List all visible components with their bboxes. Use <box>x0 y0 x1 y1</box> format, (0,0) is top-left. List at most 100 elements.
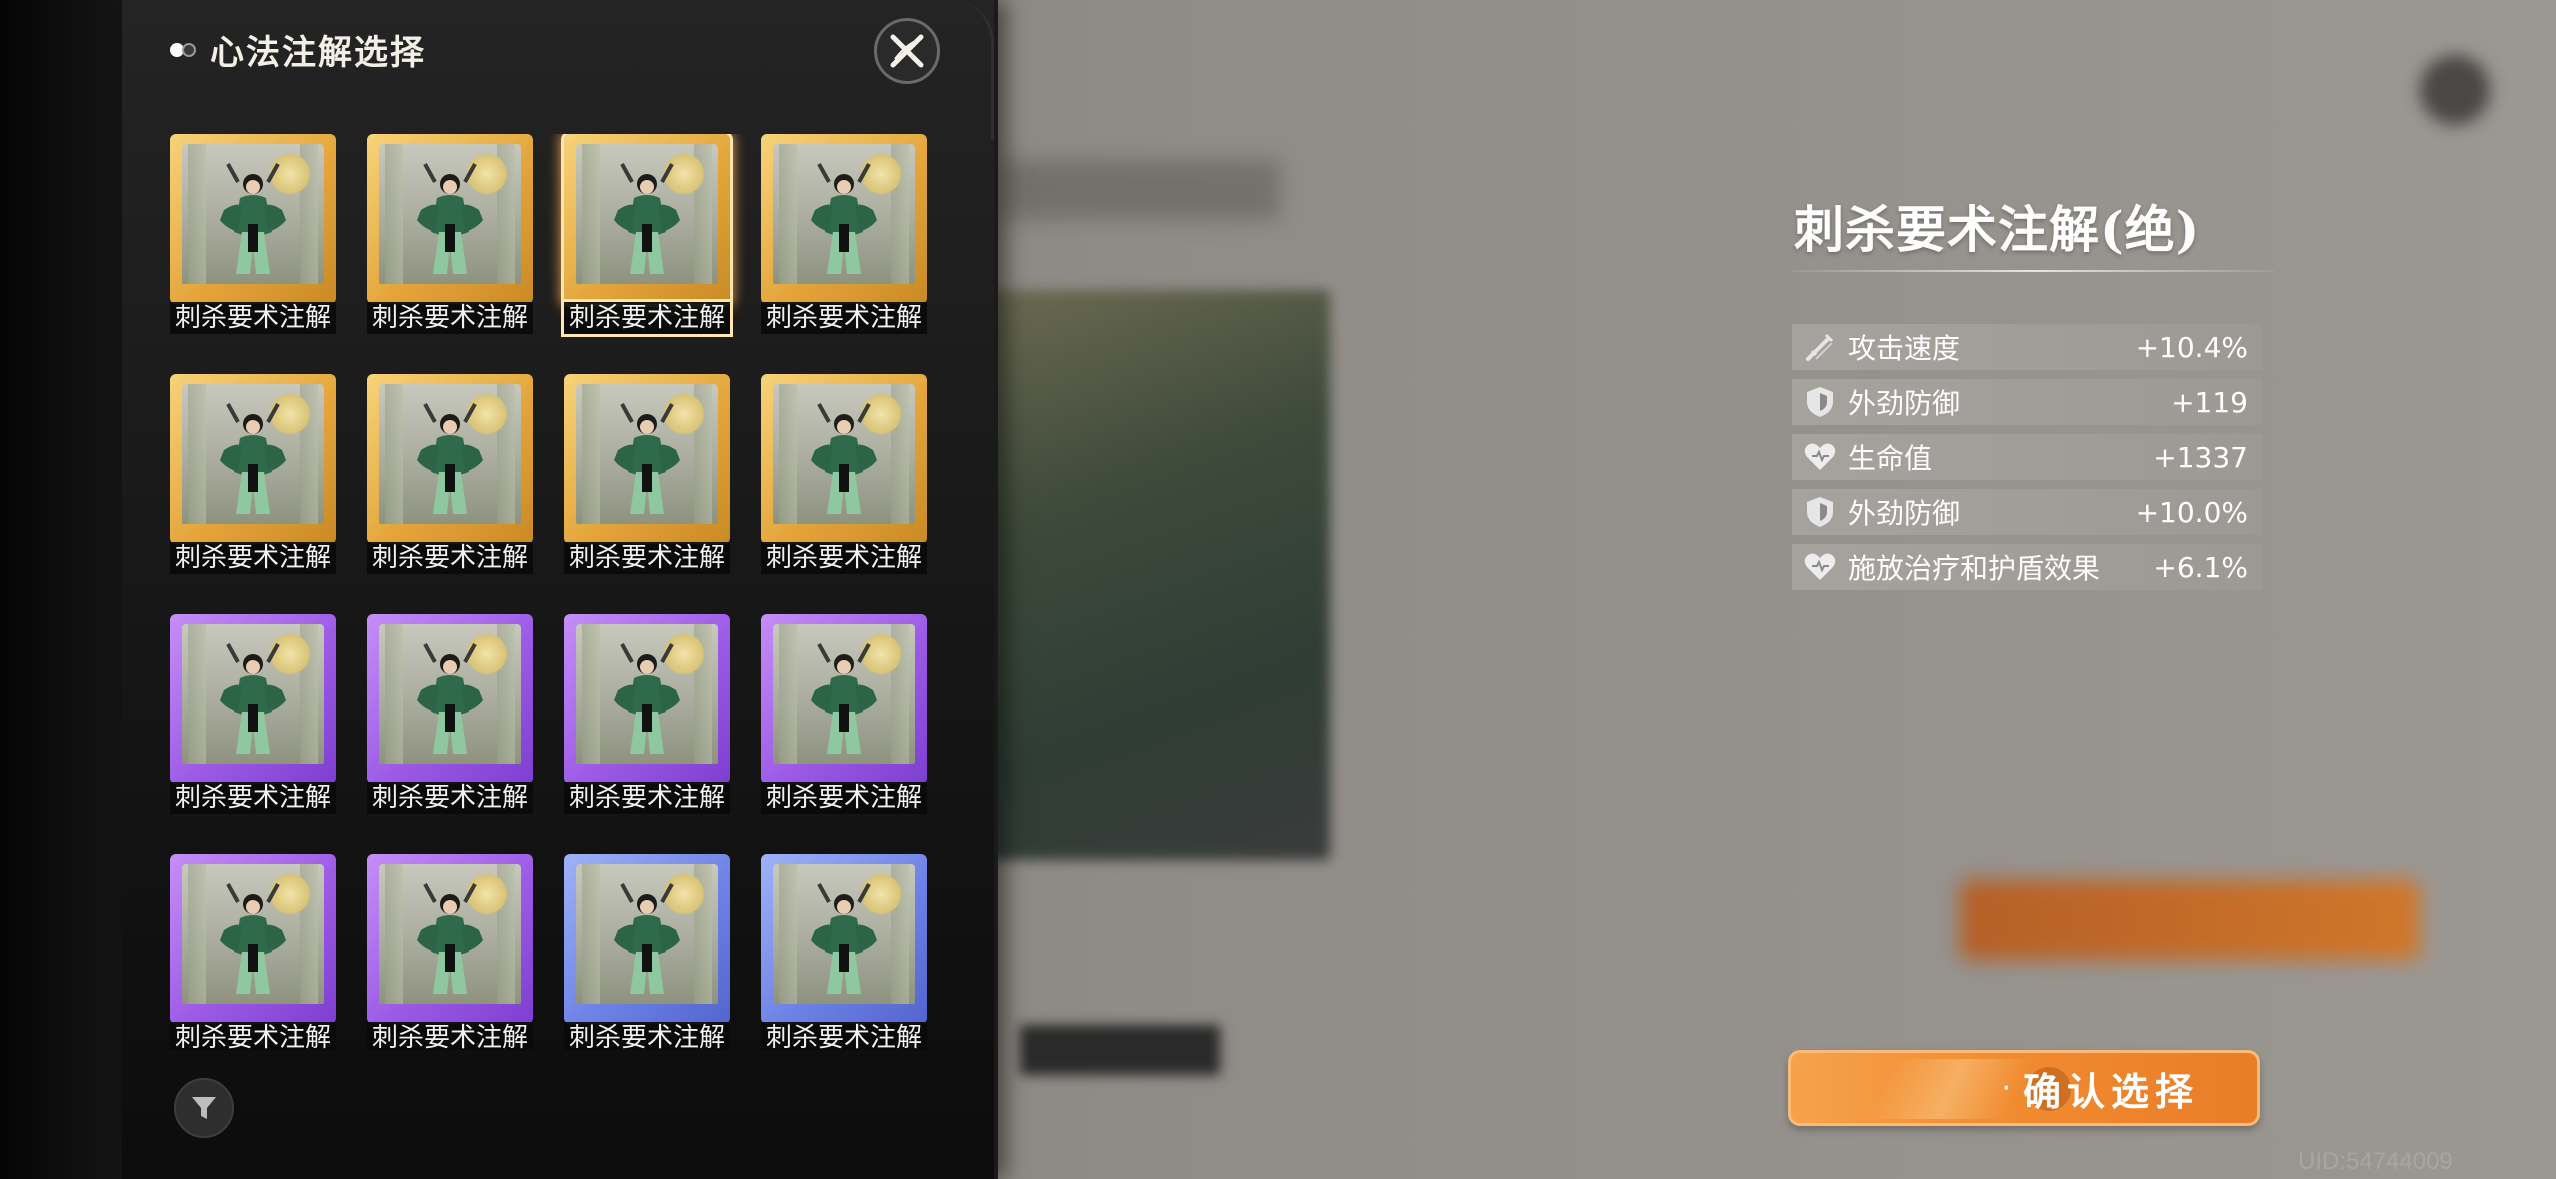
shield-icon <box>1798 490 1842 534</box>
card-art-image <box>576 144 718 284</box>
stat-value: +6.1% <box>2153 550 2248 584</box>
card-art-image <box>773 384 915 524</box>
annotation-card[interactable]: 刺杀要术注解 <box>564 614 730 814</box>
annotation-grid: 刺杀要术注解 刺杀要术注解 刺杀要术注解 刺杀要术注解 刺杀要术注解 刺杀要术注解 刺杀要术… <box>170 134 940 1050</box>
stat-row: 外劲防御 +119 <box>1792 379 2262 425</box>
card-frame <box>170 614 336 784</box>
card-frame <box>170 134 336 304</box>
card-label: 刺杀要术注解 <box>367 542 533 574</box>
button-shine <box>1851 1059 2051 1119</box>
sword-icon <box>1798 325 1842 369</box>
stat-row: 施放治疗和护盾效果 +6.1% <box>1792 544 2262 590</box>
annotation-card[interactable]: 刺杀要术注解 <box>564 854 730 1050</box>
annotation-card[interactable]: 刺杀要术注解 <box>761 374 927 574</box>
card-art-image <box>379 624 521 764</box>
card-label: 刺杀要术注解 <box>367 1022 533 1050</box>
card-art-image <box>773 624 915 764</box>
card-label: 刺杀要术注解 <box>761 302 927 334</box>
annotation-card[interactable]: 刺杀要术注解 <box>367 854 533 1050</box>
card-label: 刺杀要术注解 <box>761 542 927 574</box>
confirm-label: 确认选择 <box>2022 1069 2199 1114</box>
card-label: 刺杀要术注解 <box>170 302 336 334</box>
detail-divider <box>1792 270 2274 272</box>
close-button[interactable] <box>874 18 940 84</box>
stat-name: 攻击速度 <box>1848 332 1961 365</box>
annotation-card[interactable]: 刺杀要术注解 <box>170 614 336 814</box>
blurred-tag <box>1020 1025 1220 1075</box>
shield-icon <box>1798 380 1842 424</box>
card-frame <box>367 374 533 544</box>
annotation-card[interactable]: 刺杀要术注解 <box>564 134 730 334</box>
stat-row: 攻击速度 +10.4% <box>1792 324 2262 370</box>
card-label: 刺杀要术注解 <box>564 302 730 334</box>
card-frame <box>564 374 730 544</box>
card-frame <box>367 854 533 1024</box>
card-frame <box>564 614 730 784</box>
annotation-card[interactable]: 刺杀要术注解 <box>761 614 927 814</box>
annotation-card[interactable]: 刺杀要术注解 <box>170 134 336 334</box>
card-art-image <box>773 864 915 1004</box>
confirm-button[interactable]: · 确认选择 <box>1788 1050 2260 1126</box>
card-label: 刺杀要术注解 <box>170 542 336 574</box>
annotation-card[interactable]: 刺杀要术注解 <box>367 134 533 334</box>
card-frame <box>761 854 927 1024</box>
card-art-image <box>773 144 915 284</box>
annotation-card[interactable]: 刺杀要术注解 <box>564 374 730 574</box>
card-frame <box>761 614 927 784</box>
filter-button[interactable] <box>174 1078 234 1138</box>
card-frame <box>564 134 730 304</box>
toggle-dots-icon <box>166 39 200 59</box>
card-art-image <box>182 624 324 764</box>
card-frame <box>761 374 927 544</box>
panel-header: 心法注解选择 <box>166 24 426 74</box>
annotation-card[interactable]: 刺杀要术注解 <box>367 614 533 814</box>
card-label: 刺杀要术注解 <box>564 542 730 574</box>
card-label: 刺杀要术注解 <box>170 782 336 814</box>
card-art-image <box>379 144 521 284</box>
stats-list: 攻击速度 +10.4% 外劲防御 +119 生命值 +1337 外劲防御 +10.0% 施放治疗… <box>1792 324 2262 599</box>
panel-title: 心法注解选择 <box>210 32 426 73</box>
selection-panel: 心法注解选择 刺杀要术注解 刺杀要术注解 刺杀要术注解 刺杀要术注解 刺杀要术注解 刺杀要… <box>122 0 998 1179</box>
card-label: 刺杀要术注解 <box>564 782 730 814</box>
card-art-image <box>182 384 324 524</box>
stat-value: +10.4% <box>2135 330 2248 364</box>
stat-row: 外劲防御 +10.0% <box>1792 489 2262 535</box>
card-label: 刺杀要术注解 <box>564 1022 730 1050</box>
card-frame <box>367 614 533 784</box>
blurred-button <box>1960 880 2420 960</box>
card-art-image <box>379 864 521 1004</box>
card-art-image <box>182 864 324 1004</box>
card-frame <box>367 134 533 304</box>
card-label: 刺杀要术注解 <box>170 1022 336 1050</box>
card-frame <box>761 134 927 304</box>
annotation-card[interactable]: 刺杀要术注解 <box>367 374 533 574</box>
card-art-image <box>576 384 718 524</box>
stat-name: 生命值 <box>1848 442 1933 475</box>
card-art-image <box>576 864 718 1004</box>
detail-title: 刺杀要术注解(绝) <box>1794 200 2201 259</box>
card-art-image <box>576 624 718 764</box>
stat-value: +10.0% <box>2135 495 2248 529</box>
annotation-card[interactable]: 刺杀要术注解 <box>761 854 927 1050</box>
card-art-image <box>379 384 521 524</box>
stat-name: 施放治疗和护盾效果 <box>1848 552 2101 585</box>
card-art-image <box>182 144 324 284</box>
card-label: 刺杀要术注解 <box>367 782 533 814</box>
stat-row: 生命值 +1337 <box>1792 434 2262 480</box>
annotation-card[interactable]: 刺杀要术注解 <box>170 854 336 1050</box>
card-label: 刺杀要术注解 <box>761 782 927 814</box>
card-frame <box>170 374 336 544</box>
card-frame <box>170 854 336 1024</box>
blurred-title-shape <box>1000 160 1280 220</box>
heart-icon <box>1798 545 1842 589</box>
annotation-card[interactable]: 刺杀要术注解 <box>170 374 336 574</box>
uid-label: UID:54744009 <box>2298 1148 2453 1175</box>
panel-corner-decoration <box>951 0 994 140</box>
filter-icon <box>192 1097 216 1119</box>
card-frame <box>564 854 730 1024</box>
stat-value: +1337 <box>2153 440 2248 474</box>
blurred-portrait <box>990 290 1330 860</box>
left-dark-strip <box>0 0 122 1179</box>
stat-name: 外劲防御 <box>1848 387 1961 420</box>
annotation-card[interactable]: 刺杀要术注解 <box>761 134 927 334</box>
